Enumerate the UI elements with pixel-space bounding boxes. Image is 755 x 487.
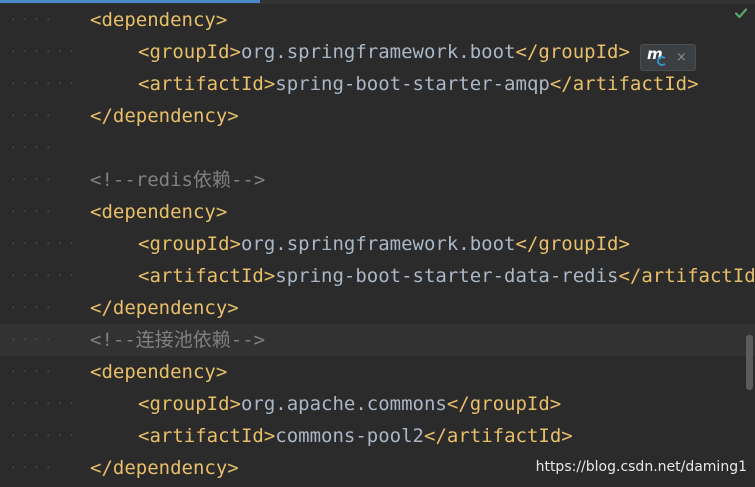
indent-guide: ······ [10, 45, 80, 58]
close-icon[interactable]: × [676, 48, 687, 68]
xml-tag: <dependency> [90, 201, 228, 223]
xml-tag: </artifactId> [618, 265, 755, 287]
code-text: <!--redis依赖--> [90, 164, 265, 196]
indent-guide: ···· [10, 301, 57, 314]
code-text: </dependency> [90, 292, 239, 324]
indent-guide: ···· [10, 333, 57, 346]
code-text: <dependency> [90, 4, 227, 36]
code-text: <dependency> [90, 196, 227, 228]
code-text: <dependency> [90, 356, 227, 388]
indent-guide: ···· [10, 109, 57, 122]
xml-tag: </artifactId> [424, 425, 573, 447]
code-line[interactable]: ···· <dependency> [0, 356, 755, 388]
xml-tag: <artifactId> [138, 425, 276, 447]
xml-comment: <!--redis依赖--> [90, 169, 266, 191]
xml-tag: </groupId> [515, 233, 630, 255]
indent-guide: ···· [10, 461, 57, 474]
code-text: <artifactId>spring-boot-starter-amqp</ar… [138, 68, 699, 100]
xml-text: spring-boot-starter-amqp [275, 73, 550, 95]
indent-guide: ······ [10, 397, 80, 410]
xml-tag: </groupId> [515, 41, 630, 63]
xml-tag: </dependency> [90, 105, 239, 127]
code-line[interactable]: ···· <dependency> [0, 196, 755, 228]
code-text: <groupId>org.springframework.boot</group… [138, 36, 630, 68]
indent-guide: ······ [10, 429, 80, 442]
xml-text: spring-boot-starter-data-redis [275, 265, 619, 287]
xml-text: org.apache.commons [240, 393, 447, 415]
xml-tag: <groupId> [138, 233, 241, 255]
code-line[interactable]: ···· <dependency> [0, 4, 755, 36]
code-text: <artifactId>spring-boot-starter-data-red… [138, 260, 755, 292]
indent-guide: ···· [10, 13, 57, 26]
xml-tag: </artifactId> [549, 73, 699, 95]
xml-tag: <groupId> [138, 393, 241, 415]
maven-reload-popup: m × [640, 44, 696, 71]
indent-guide: ······ [10, 269, 80, 282]
xml-text: org.springframework.boot [240, 233, 516, 255]
xml-tag: <groupId> [138, 41, 241, 63]
indent-guide: ······ [10, 77, 80, 90]
indent-guide: ···· [10, 205, 57, 218]
maven-reload-icon[interactable]: m [647, 45, 669, 69]
xml-text: commons-pool2 [275, 425, 424, 447]
code-line[interactable]: ···· </dependency> [0, 292, 755, 324]
indent-guide: ···· [10, 173, 57, 186]
code-line[interactable]: ······ <groupId>org.springframework.boot<… [0, 228, 755, 260]
code-text: </dependency> [90, 100, 239, 132]
code-line[interactable]: ···· <!--连接池依赖--> [0, 324, 755, 356]
code-line[interactable]: ······ <groupId>org.apache.commons</group… [0, 388, 755, 420]
vertical-scrollbar[interactable] [746, 335, 753, 390]
indent-guide: ···· [10, 141, 57, 154]
code-line[interactable]: ······ <artifactId>commons-pool2</artifac… [0, 420, 755, 452]
xml-tag: <dependency> [90, 9, 228, 31]
xml-tag: </dependency> [90, 457, 239, 479]
checkmark-icon[interactable] [734, 6, 748, 20]
code-line[interactable]: ······ <artifactId>spring-boot-starter-da… [0, 260, 755, 292]
code-text: </dependency> [90, 452, 239, 484]
xml-tag: </dependency> [90, 297, 239, 319]
indent-guide: ···· [10, 365, 57, 378]
code-text: <groupId>org.apache.commons</groupId> [138, 388, 561, 420]
code-text: <groupId>org.springframework.boot</group… [138, 228, 630, 260]
code-text: <!--连接池依赖--> [90, 324, 265, 356]
code-text: <artifactId>commons-pool2</artifactId> [138, 420, 573, 452]
xml-text: org.springframework.boot [240, 41, 516, 63]
code-line[interactable]: ···· </dependency> [0, 100, 755, 132]
xml-comment: <!--连接池依赖--> [90, 329, 266, 351]
active-tab-indicator [0, 0, 260, 3]
xml-tag: <artifactId> [138, 265, 276, 287]
xml-tag: <artifactId> [138, 73, 276, 95]
code-line[interactable]: ···· <!--redis依赖--> [0, 164, 755, 196]
xml-tag: <dependency> [90, 361, 228, 383]
watermark-text: https://blog.csdn.net/daming1 [535, 459, 747, 475]
code-line[interactable]: ···· [0, 132, 755, 164]
code-line[interactable]: ······ <artifactId>spring-boot-starter-am… [0, 68, 755, 100]
indent-guide: ······ [10, 237, 80, 250]
xml-tag: </groupId> [446, 393, 562, 415]
code-editor[interactable]: ···· <dependency> ······ <groupId>org.sprin… [0, 4, 755, 487]
